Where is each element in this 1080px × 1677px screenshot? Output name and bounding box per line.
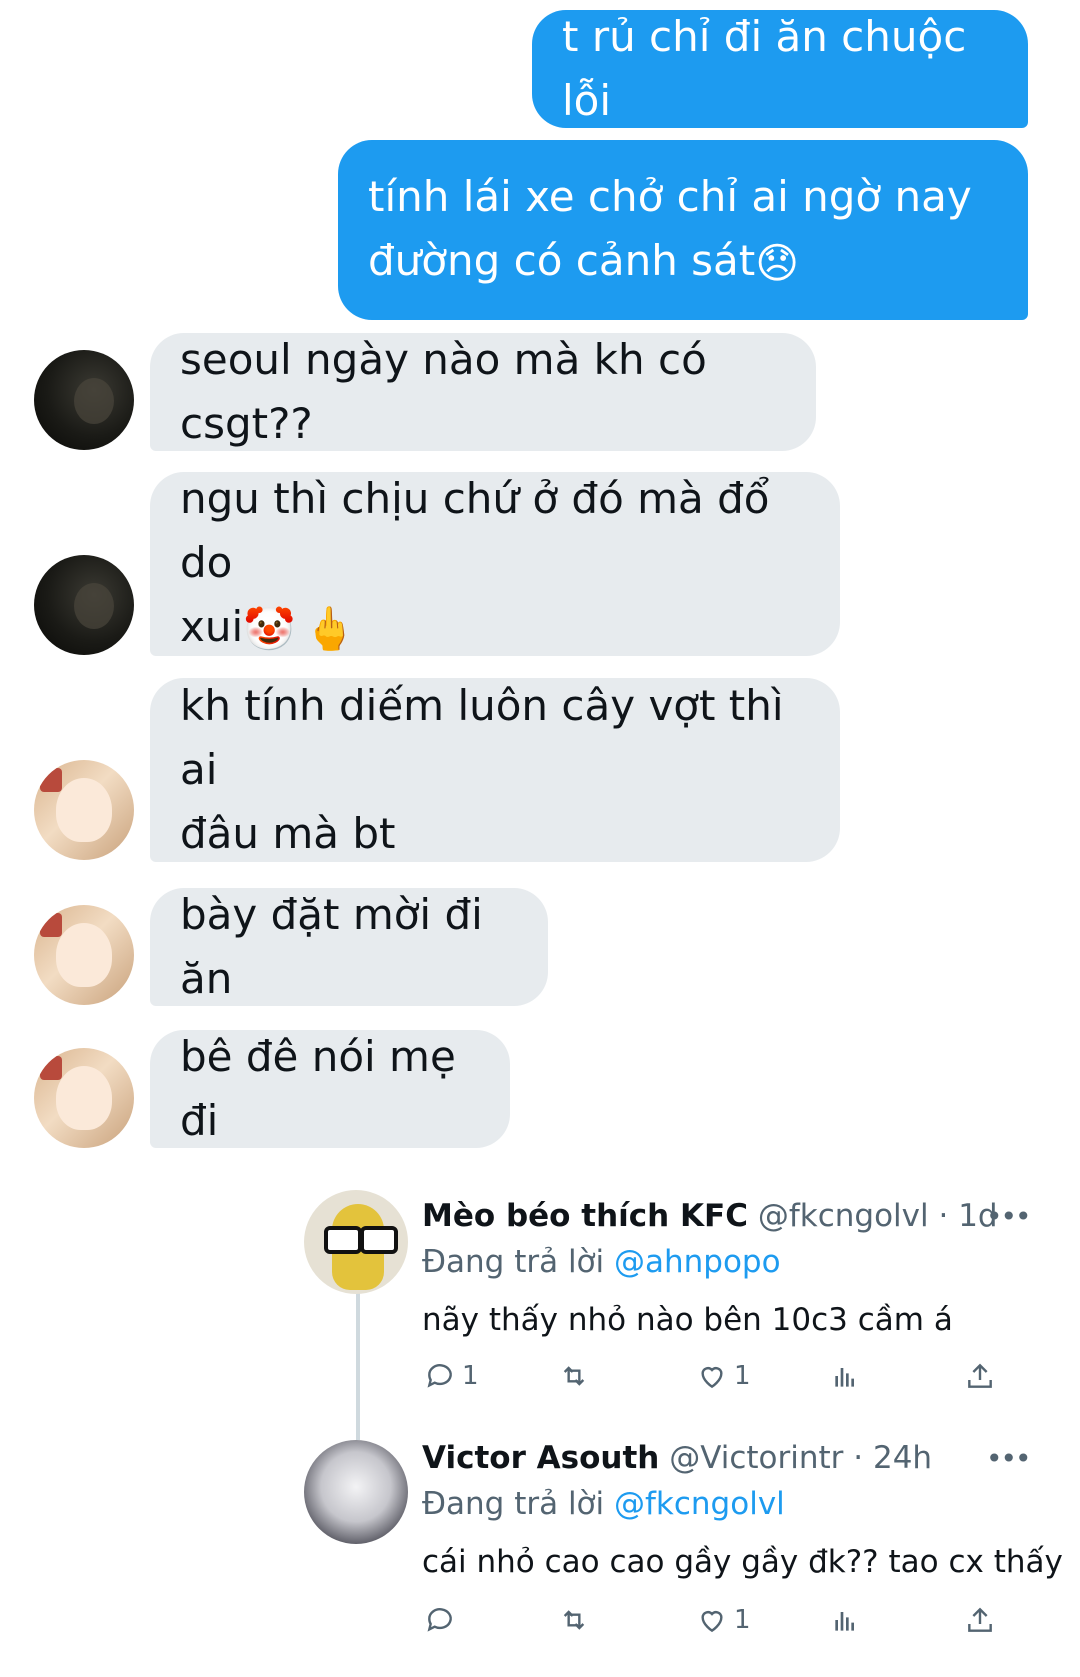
replying-to-link[interactable]: @fkcngolvl	[614, 1486, 785, 1522]
reply-count: 1	[462, 1361, 479, 1391]
tweet-text: cái nhỏ cao cao gầy gầy đk?? tao cx thấy	[422, 1544, 1063, 1580]
share-icon	[968, 1363, 992, 1388]
message-text-line: đường có cảnh sát😞	[368, 229, 799, 296]
analytics-button[interactable]	[830, 1360, 862, 1392]
retweet-button[interactable]	[558, 1360, 590, 1392]
tweet-author-handle[interactable]: @Victorintr	[669, 1440, 843, 1476]
message-text: bê đê nói mẹ đi	[180, 1032, 456, 1145]
heart-icon	[701, 1611, 723, 1633]
tweet-timestamp[interactable]: · 24h	[853, 1440, 932, 1476]
girl-portrait-avatar[interactable]	[34, 760, 134, 860]
message-text: t rủ chỉ đi ăn chuộc lỗi	[562, 12, 967, 125]
cat-glasses-avatar[interactable]	[304, 1190, 408, 1294]
analytics-icon	[835, 1368, 854, 1387]
message-text: xui	[180, 601, 244, 651]
incoming-message[interactable]: seoul ngày nào mà kh có csgt??	[150, 333, 816, 451]
tweet-author-name[interactable]: Mèo béo thích KFC	[422, 1198, 748, 1234]
clown-face-emoji: 🤡	[243, 604, 296, 654]
analytics-button[interactable]	[830, 1604, 862, 1636]
incoming-message[interactable]: ngu thì chịu chứ ở đó mà đổ do xui🤡 🖕	[150, 472, 840, 656]
reply-icon	[427, 1608, 452, 1632]
girl-portrait-avatar[interactable]	[34, 1048, 134, 1148]
message-text: đường có cảnh sát	[368, 235, 756, 285]
message-text: đâu mà bt	[180, 809, 396, 858]
message-text: tính lái xe chở chỉ ai ngờ nay	[368, 171, 972, 221]
reply-icon	[427, 1364, 452, 1388]
tweet-author-handle[interactable]: @fkcngolvl	[758, 1198, 929, 1234]
share-button[interactable]	[964, 1360, 996, 1392]
replying-prefix: Đang trả lời	[422, 1244, 605, 1280]
like-count: 1	[734, 1361, 751, 1391]
girl-portrait-avatar[interactable]	[34, 905, 134, 1005]
reply-button[interactable]	[424, 1604, 462, 1636]
heart-icon	[701, 1367, 723, 1389]
retweet-icon	[563, 1366, 585, 1386]
replying-to-line: Đang trả lời @ahnpopo	[422, 1244, 781, 1280]
incoming-message[interactable]: kh tính diếm luôn cây vợt thì ai đâu mà …	[150, 678, 840, 862]
like-button[interactable]: 1	[696, 1604, 751, 1636]
more-options-icon[interactable]: •••	[986, 1442, 1032, 1475]
outgoing-message[interactable]: tính lái xe chở chỉ ai ngờ nay đường có …	[338, 140, 1028, 320]
tweet-header: Victor Asouth @Victorintr · 24h	[422, 1440, 932, 1476]
analytics-icon	[835, 1612, 854, 1631]
incoming-message[interactable]: bày đặt mời đi ăn	[150, 888, 548, 1006]
message-text: bày đặt mời đi ăn	[180, 890, 483, 1003]
more-options-icon[interactable]: •••	[986, 1200, 1032, 1233]
message-text-line: xui🤡 🖕	[180, 595, 356, 662]
retweet-icon	[563, 1610, 585, 1630]
dark-portrait-avatar[interactable]	[34, 555, 134, 655]
dark-portrait-avatar[interactable]	[34, 350, 134, 450]
tweet-text: nãy thấy nhỏ nào bên 10c3 cầm á	[422, 1302, 953, 1338]
tweet-author-name[interactable]: Victor Asouth	[422, 1440, 659, 1476]
like-button[interactable]: 1	[696, 1360, 751, 1392]
middle-finger-emoji: 🖕	[303, 604, 356, 654]
message-text: ngu thì chịu chứ ở đó mà đổ do	[180, 473, 770, 587]
replying-prefix: Đang trả lời	[422, 1486, 605, 1522]
outgoing-message[interactable]: t rủ chỉ đi ăn chuộc lỗi	[532, 10, 1028, 128]
share-icon	[968, 1607, 992, 1632]
incoming-message[interactable]: bê đê nói mẹ đi	[150, 1030, 510, 1148]
share-button[interactable]	[964, 1604, 996, 1636]
disappointed-face-emoji: 😞	[755, 238, 800, 288]
reply-button[interactable]: 1	[424, 1360, 479, 1392]
retweet-button[interactable]	[558, 1604, 590, 1636]
replying-to-link[interactable]: @ahnpopo	[614, 1244, 781, 1280]
message-text: seoul ngày nào mà kh có csgt??	[180, 335, 707, 448]
replying-to-line: Đang trả lời @fkcngolvl	[422, 1486, 785, 1522]
message-text: kh tính diếm luôn cây vợt thì ai	[180, 681, 784, 794]
sketch-portrait-avatar[interactable]	[304, 1440, 408, 1544]
like-count: 1	[734, 1605, 751, 1635]
tweet-header: Mèo béo thích KFC @fkcngolvl · 1d	[422, 1198, 998, 1234]
